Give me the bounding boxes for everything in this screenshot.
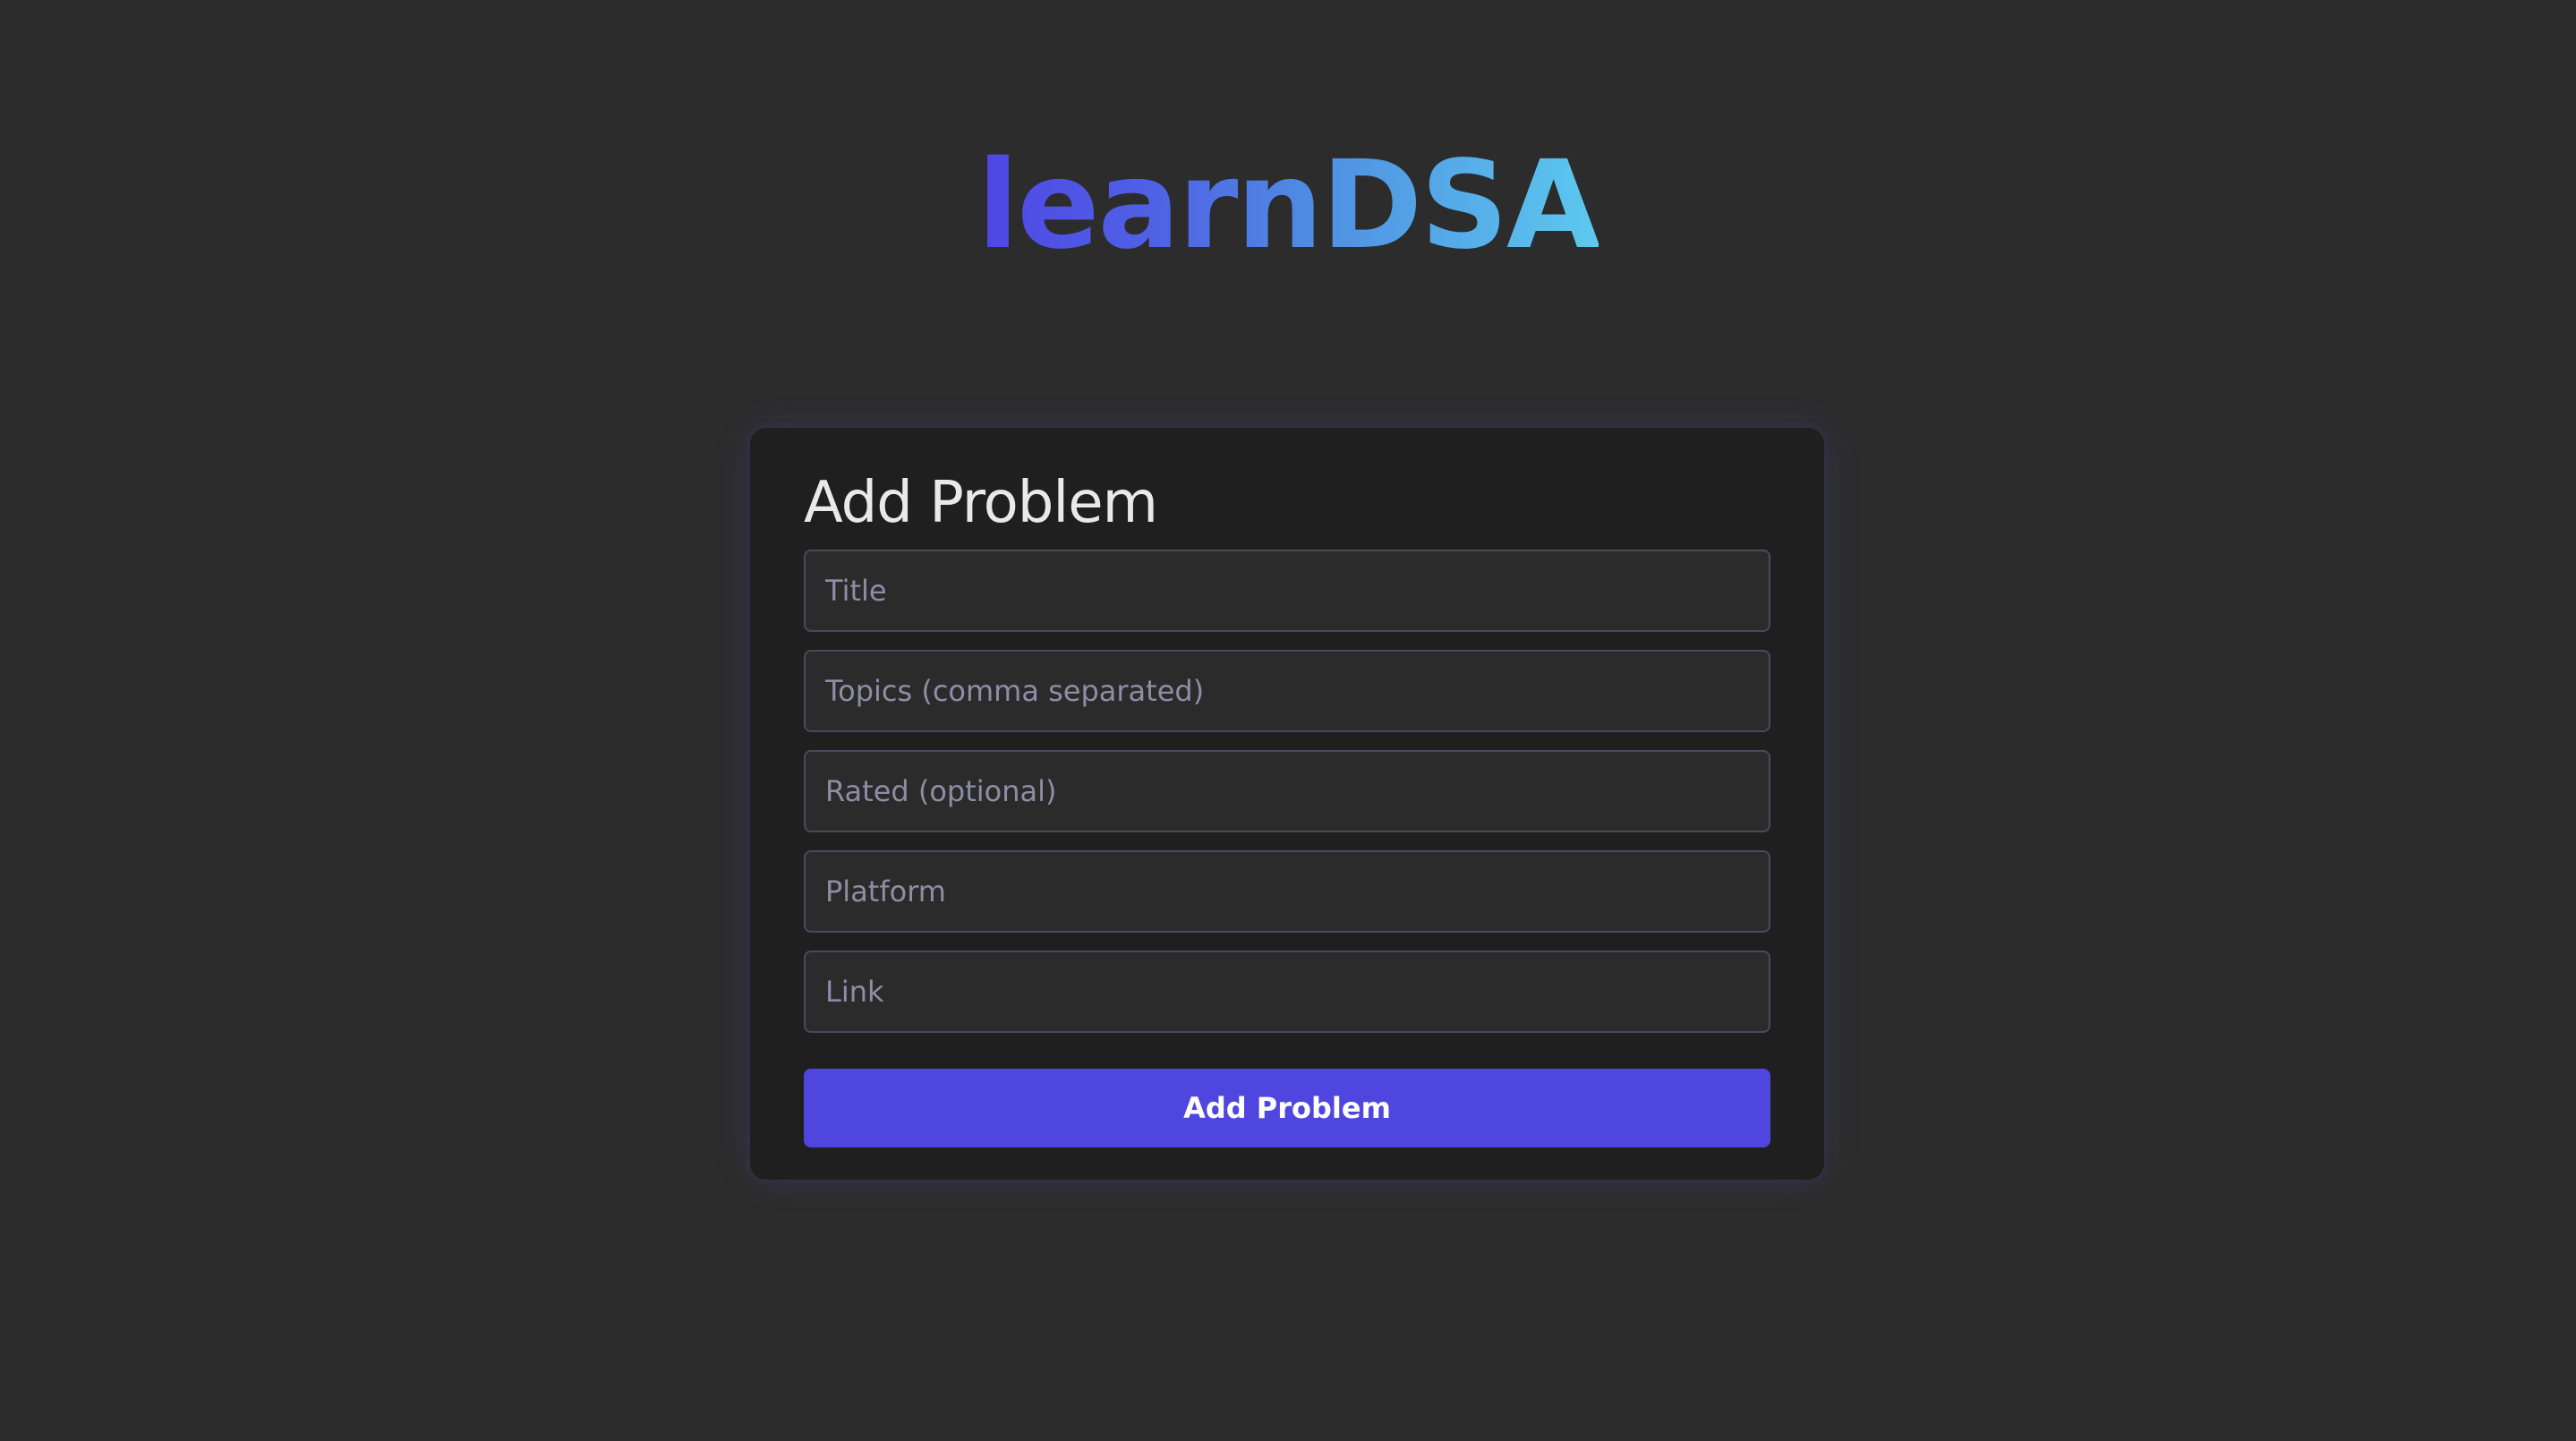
topics-input[interactable] [804, 650, 1770, 732]
add-problem-card: Add Problem Add Problem [750, 428, 1824, 1180]
rated-input[interactable] [804, 750, 1770, 832]
platform-input[interactable] [804, 850, 1770, 933]
title-input[interactable] [804, 550, 1770, 632]
add-problem-button[interactable]: Add Problem [804, 1069, 1770, 1147]
app-title: learnDSA [0, 134, 2576, 277]
link-input[interactable] [804, 951, 1770, 1033]
add-problem-form: Add Problem [804, 550, 1770, 1147]
app-title-text: learnDSA [977, 135, 1601, 277]
form-heading: Add Problem [804, 470, 1158, 536]
